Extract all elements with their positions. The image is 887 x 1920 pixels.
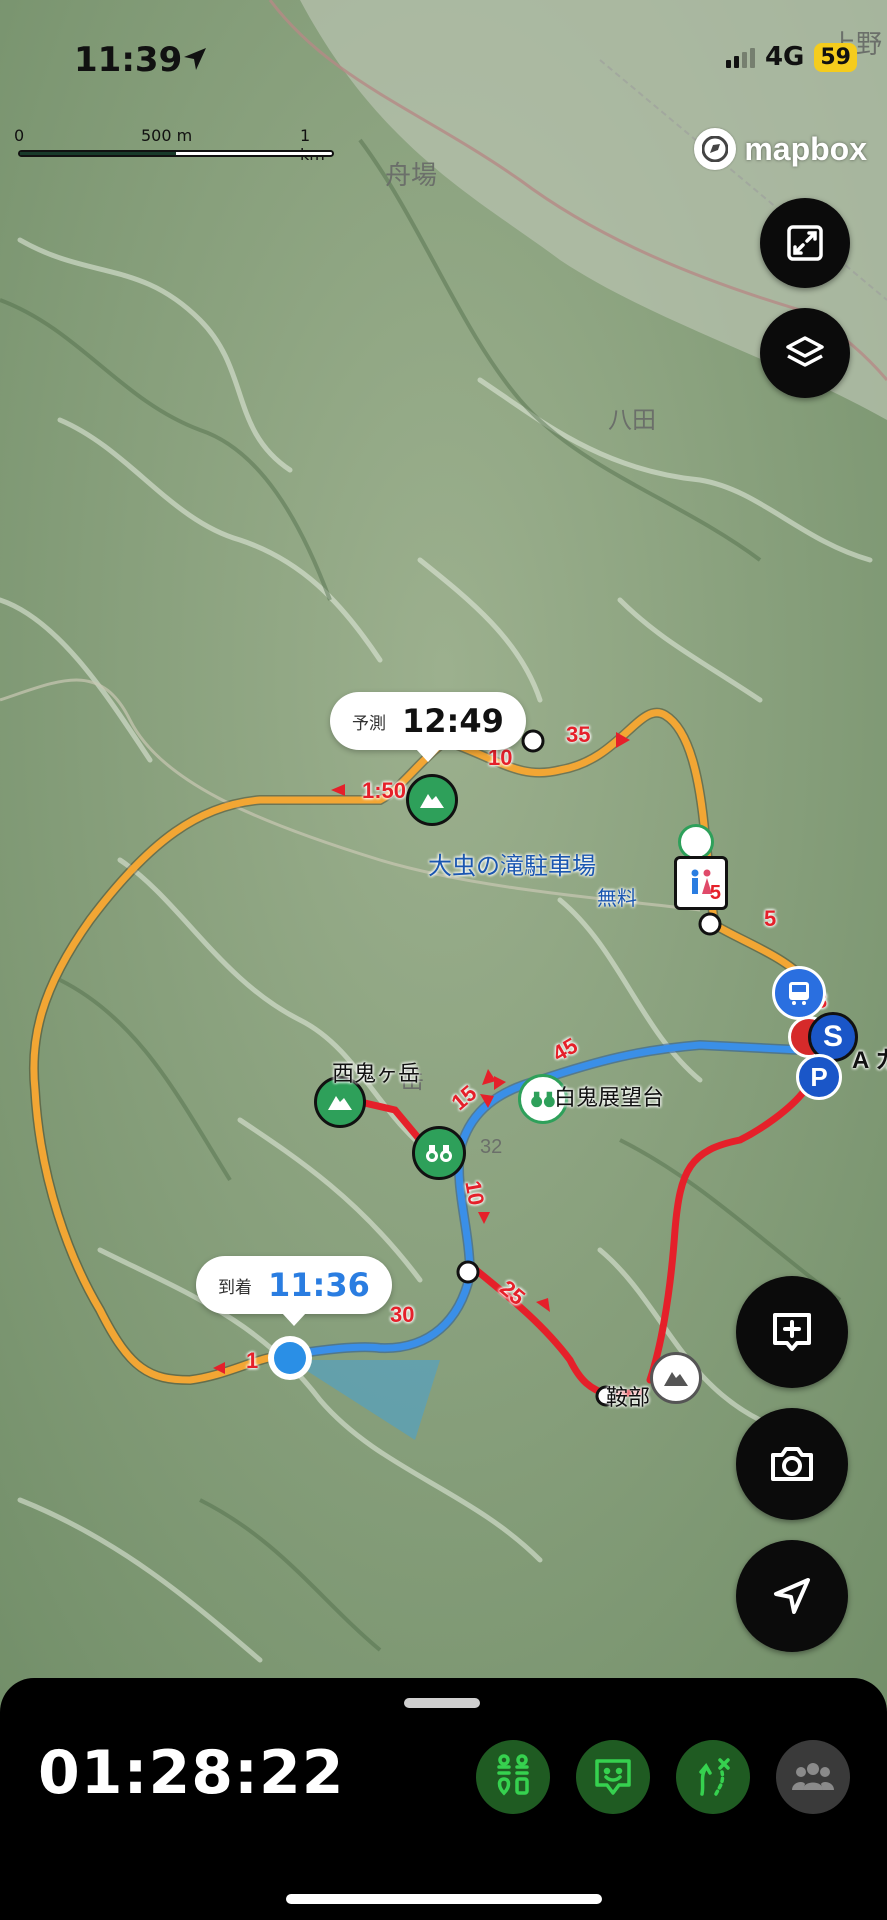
- route-time-label: 35: [566, 722, 591, 747]
- viewpoint-marker[interactable]: [412, 1126, 466, 1180]
- kurabe-label: 鞍部: [606, 1385, 651, 1410]
- bottom-sheet[interactable]: 01:28:22: [0, 1678, 887, 1920]
- route-time-label: 30: [390, 1302, 415, 1327]
- mapbox-logo-icon: [694, 128, 737, 170]
- scale-label-zero: 0: [14, 126, 25, 145]
- group-icon: [792, 1763, 834, 1790]
- fullscreen-button[interactable]: [760, 198, 850, 288]
- arrival-callout[interactable]: 到着 11:36: [196, 1256, 392, 1326]
- parking-fee-label: 無料: [597, 888, 637, 910]
- face-speech-button[interactable]: [576, 1740, 650, 1814]
- layers-button[interactable]: [760, 308, 850, 398]
- add-note-icon: [773, 1313, 811, 1351]
- binoculars-icon: [426, 1145, 452, 1162]
- shiraoni-label: 白鬼展望台: [554, 1085, 665, 1110]
- hikers-button[interactable]: [476, 1740, 550, 1814]
- route-split-icon: [699, 1758, 730, 1796]
- toilet-marker[interactable]: 5: [674, 856, 728, 910]
- map-scale-bar: 0 500 m 1 km: [14, 126, 334, 166]
- toilet-count: 5: [709, 882, 721, 904]
- expand-icon: [787, 225, 823, 261]
- mountain-icon: [664, 1372, 688, 1386]
- forecast-label: 予測: [352, 713, 386, 733]
- layers-icon: [786, 336, 824, 367]
- elevation-label: 32: [480, 1136, 503, 1158]
- home-indicator: [286, 1894, 602, 1904]
- arrival-time: 11:36: [268, 1266, 370, 1304]
- route-split-button[interactable]: [676, 1740, 750, 1814]
- forecast-callout[interactable]: 予測 12:49: [330, 692, 526, 762]
- route-time-label: 1:50: [362, 778, 407, 803]
- summit-marker-kurabe[interactable]: [650, 1352, 702, 1404]
- restroom-icon: [691, 869, 712, 894]
- scale-label-mid: 500 m: [141, 126, 193, 145]
- mapbox-wordmark: mapbox: [744, 130, 867, 167]
- bus-icon: [789, 982, 809, 1005]
- location-arrow-icon: [774, 1578, 810, 1614]
- restroom-marker[interactable]: [678, 824, 714, 860]
- locate-button[interactable]: [736, 1540, 848, 1652]
- binoculars-icon: [531, 1091, 555, 1108]
- mountain-icon: [328, 1096, 352, 1110]
- forecast-time: 12:49: [402, 702, 504, 740]
- elapsed-time: 01:28:22: [38, 1738, 345, 1808]
- camera-icon: [771, 1447, 813, 1481]
- mapbox-attribution[interactable]: mapbox: [694, 128, 867, 170]
- camera-button[interactable]: [736, 1408, 848, 1520]
- place-name-kamino: 上野: [830, 29, 883, 59]
- route-time-label: 1: [246, 1348, 259, 1373]
- place-name-hatta: 八田: [608, 407, 656, 434]
- nishioni-label: 西鬼ヶ岳: [332, 1061, 421, 1086]
- bus-stop-marker[interactable]: [772, 966, 826, 1020]
- sheet-grabber[interactable]: [404, 1698, 480, 1708]
- parking-marker[interactable]: P: [796, 1054, 842, 1100]
- parking-name-label: 大虫の滝駐車場: [428, 853, 596, 880]
- mountain-icon: [420, 794, 444, 808]
- edge-label: A カ: [852, 1047, 887, 1074]
- add-note-button[interactable]: [736, 1276, 848, 1388]
- hikers-pin-icon: [497, 1754, 529, 1796]
- arrival-label: 到着: [218, 1277, 252, 1297]
- summit-marker[interactable]: [406, 774, 458, 826]
- group-button[interactable]: [776, 1740, 850, 1814]
- face-speech-icon: [595, 1759, 631, 1795]
- route-time-label: 5: [764, 906, 777, 931]
- place-name-funaba: 舟場: [385, 160, 438, 190]
- scale-label-end: 1 km: [300, 126, 325, 164]
- route-time-label: 10: [460, 1178, 490, 1208]
